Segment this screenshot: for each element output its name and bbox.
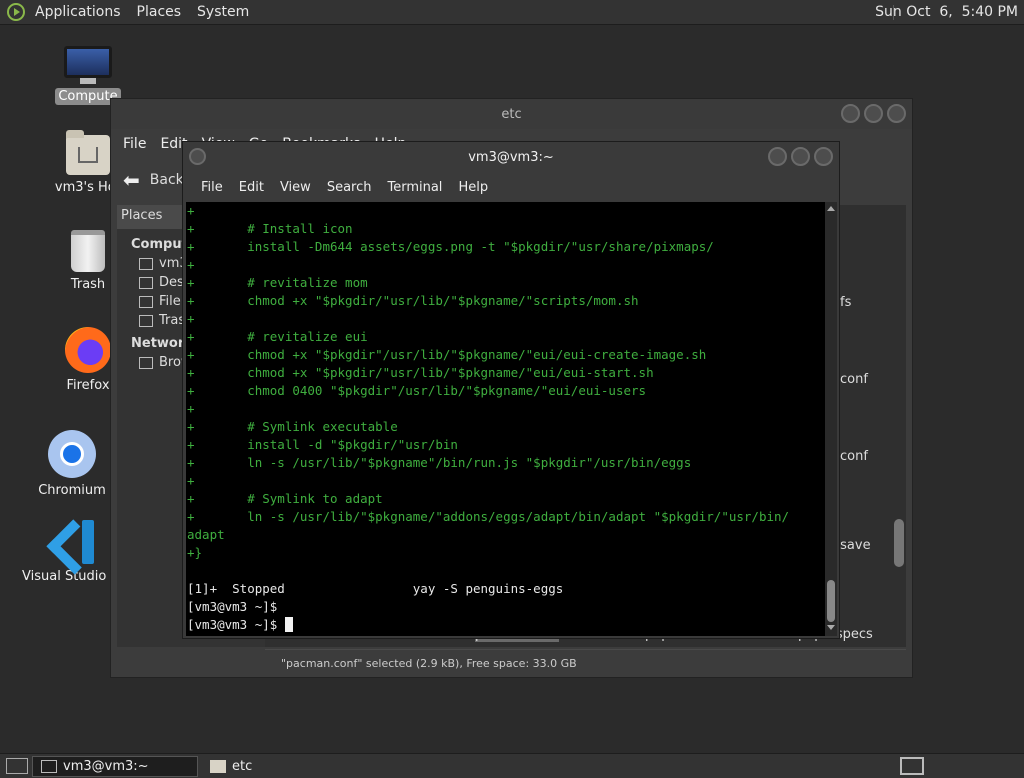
trash-icon [139, 314, 153, 327]
terminal-line: + ln -s /usr/lib/"$pkgname"/bin/run.js "… [187, 455, 692, 470]
vscode-icon [52, 520, 96, 564]
show-desktop-icon[interactable] [6, 758, 28, 774]
terminal-line: + [187, 473, 195, 488]
terminal-scrollbar[interactable] [825, 202, 837, 636]
menu-help[interactable]: Help [450, 180, 496, 195]
window-title: etc [501, 106, 522, 122]
firefox-icon [65, 327, 111, 373]
menu-search[interactable]: Search [319, 180, 380, 195]
applications-menu[interactable]: Applications [27, 4, 129, 20]
distro-logo-icon[interactable] [7, 3, 25, 21]
terminal-line: [1]+ Stopped yay -S penguins-eggs [187, 581, 564, 596]
terminal-output[interactable]: + + # Install icon + install -Dm644 assets… [186, 202, 826, 636]
workspace-switcher[interactable] [900, 757, 924, 775]
terminal-cursor [284, 617, 293, 632]
menu-file[interactable]: File [193, 180, 231, 195]
terminal-icon [41, 759, 57, 773]
places-menu[interactable]: Places [129, 4, 190, 20]
folder-icon [210, 759, 226, 773]
menu-view[interactable]: View [272, 180, 319, 195]
drive-icon [139, 295, 153, 308]
home-folder-icon [66, 130, 110, 175]
terminal-line: +} [187, 545, 203, 560]
home-icon [139, 257, 153, 270]
scroll-up-icon[interactable] [827, 206, 835, 211]
maximize-button[interactable] [864, 104, 883, 123]
file-item[interactable]: conf [840, 372, 868, 387]
back-arrow-icon[interactable]: ⬅ [123, 168, 140, 192]
clock[interactable]: Sun Oct 6, 5:40 PM [875, 4, 1018, 20]
top-panel: Applications Places System Sun Oct 6, 5:… [0, 0, 1024, 25]
terminal-titlebar[interactable]: vm3@vm3:~ [183, 142, 839, 172]
back-button[interactable]: Back [150, 172, 184, 188]
chromium-icon [48, 430, 96, 478]
terminal-line: + # Symlink executable [187, 419, 398, 434]
menu-terminal[interactable]: Terminal [379, 180, 450, 195]
status-bar: "pacman.conf" selected (2.9 kB), Free sp… [265, 649, 906, 677]
terminal-line: + install -d "$pkgdir/"usr/bin [187, 437, 458, 452]
terminal-line: + chmod +x "$pkgdir/"usr/lib/"$pkgname/"… [187, 365, 654, 380]
file-item[interactable]: conf [840, 449, 868, 464]
menu-file[interactable]: File [123, 136, 146, 152]
window-title: vm3@vm3:~ [468, 149, 554, 165]
terminal-line: + [187, 257, 195, 272]
terminal-line: + # Install icon [187, 221, 353, 236]
taskbar-item-label: etc [232, 758, 253, 774]
menu-edit[interactable]: Edit [231, 180, 272, 195]
trash-icon [71, 230, 105, 272]
terminal-line: + [187, 401, 195, 416]
terminal-window[interactable]: vm3@vm3:~ File Edit View Search Terminal… [182, 141, 840, 639]
terminal-line: + chmod +x "$pkgdir/"usr/lib/"$pkgname/"… [187, 293, 639, 308]
desktop-icon-computer[interactable]: Compute [33, 46, 143, 105]
close-button[interactable] [814, 147, 833, 166]
taskbar-item-terminal[interactable]: vm3@vm3:~ [32, 755, 198, 777]
scroll-down-icon[interactable] [827, 625, 835, 630]
scrollbar-thumb[interactable] [894, 519, 904, 567]
network-icon [139, 356, 153, 369]
terminal-line: + # Symlink to adapt [187, 491, 383, 506]
terminal-line: + install -Dm644 assets/eggs.png -t "$pk… [187, 239, 714, 254]
terminal-line: [vm3@vm3 ~]$ [187, 599, 278, 614]
terminal-line: + ln -s /usr/lib/"$pkgname/"addons/eggs/… [187, 509, 790, 524]
bottom-panel: vm3@vm3:~ etc [0, 753, 1024, 778]
terminal-line: [vm3@vm3 ~]$ [187, 616, 826, 634]
close-button[interactable] [887, 104, 906, 123]
top-menu: Applications Places System [0, 0, 257, 24]
terminal-line: + # revitalize mom [187, 275, 368, 290]
computer-icon [64, 46, 112, 84]
maximize-button[interactable] [791, 147, 810, 166]
terminal-line: adapt [187, 527, 225, 542]
file-manager-titlebar[interactable]: etc [111, 99, 912, 129]
desktop-icon-label: Chromium [38, 483, 106, 498]
terminal-line: + chmod +x "$pkgdir"/usr/lib/"$pkgname/"… [187, 347, 707, 362]
terminal-line: + chmod 0400 "$pkgdir"/usr/lib/"$pkgname… [187, 383, 647, 398]
system-menu[interactable]: System [189, 4, 257, 20]
file-view-scrollbar[interactable] [894, 219, 904, 639]
terminal-menubar: File Edit View Search Terminal Help [183, 172, 839, 202]
terminal-line: + # revitalize eui [187, 329, 368, 344]
desktop-icon-label: Trash [70, 277, 106, 292]
file-item[interactable]: fs [840, 295, 851, 310]
taskbar-item-etc[interactable]: etc [202, 756, 260, 777]
minimize-button[interactable] [768, 147, 787, 166]
window-menu-button[interactable] [189, 148, 206, 165]
terminal-line: + [187, 203, 195, 218]
desktop-icon [139, 276, 153, 289]
minimize-button[interactable] [841, 104, 860, 123]
scrollbar-thumb[interactable] [827, 580, 835, 622]
taskbar-item-label: vm3@vm3:~ [63, 758, 149, 774]
desktop-icon-label: Firefox [66, 378, 110, 393]
terminal-line: + [187, 311, 195, 326]
